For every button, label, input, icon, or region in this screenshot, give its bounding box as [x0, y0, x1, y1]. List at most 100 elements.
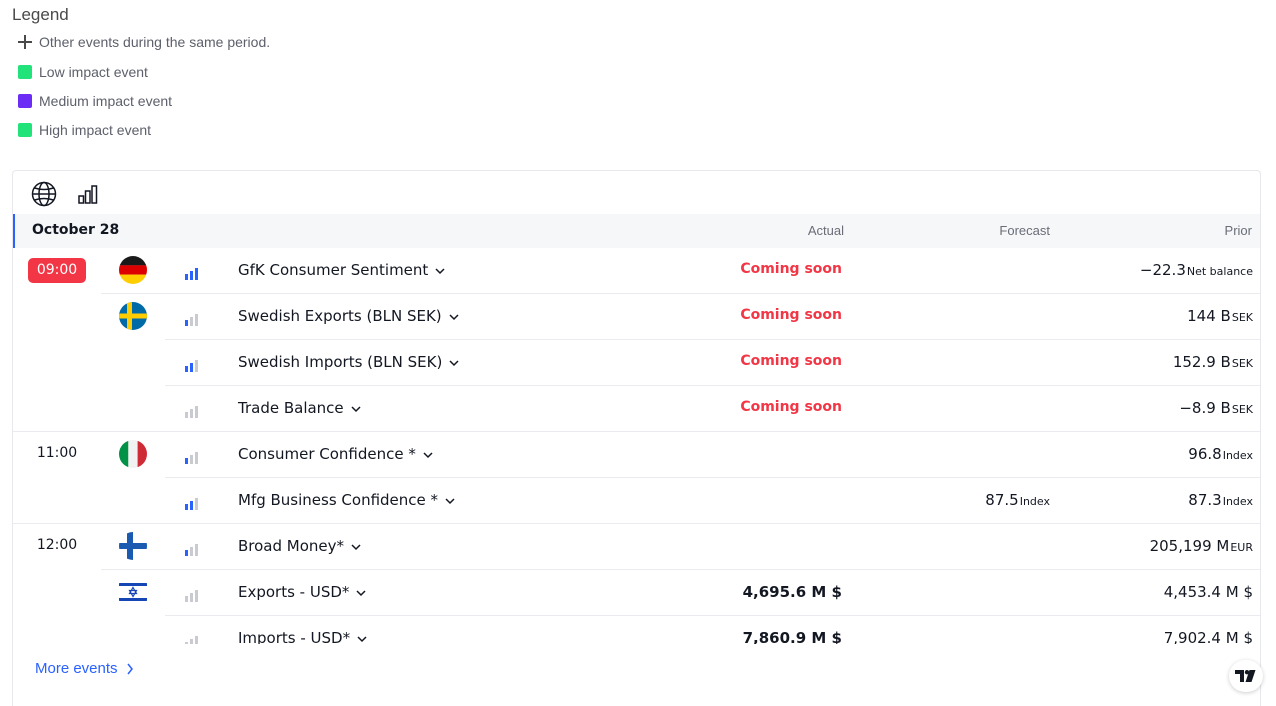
column-header-actual: Actual: [807, 223, 844, 238]
flag-sweden-icon: [119, 302, 147, 330]
prior-unit: SEK: [1231, 403, 1253, 416]
chevron-down-icon: [449, 359, 459, 366]
color-swatch: [18, 65, 32, 79]
column-header-forecast: Forecast: [999, 223, 1050, 238]
event-row[interactable]: 12:00 Broad Money* 205,199 MEUR: [13, 524, 1260, 570]
event-name[interactable]: Imports - USD*: [238, 629, 368, 644]
impact-indicator-icon: [185, 311, 199, 326]
tradingview-logo-icon[interactable]: [1229, 660, 1263, 692]
event-row[interactable]: 11:00 Consumer Confidence * 96.8Index: [13, 432, 1260, 478]
actual-value: 4,695.6 M $: [742, 583, 842, 601]
time-label: 12:00: [36, 537, 78, 553]
impact-indicator-icon: [185, 495, 199, 510]
event-row[interactable]: Imports - USD* 7,860.9 M $ 7,902.4 M $: [13, 616, 1260, 644]
impact-indicator-icon: [185, 587, 199, 602]
event-row[interactable]: Exports - USD* 4,695.6 M $ 4,453.4 M $: [13, 570, 1260, 616]
column-header-prior: Prior: [1224, 223, 1252, 238]
prior-unit: SEK: [1231, 357, 1253, 370]
impact-indicator-icon: [185, 633, 199, 644]
legend-title: Legend: [12, 5, 69, 24]
bar-chart-icon[interactable]: [75, 181, 101, 207]
prior-number: 87.3: [1188, 491, 1222, 509]
chevron-down-icon: [357, 635, 367, 642]
prior-value: 144 BSEK: [1187, 307, 1253, 325]
legend-item-high-impact: High impact event: [18, 122, 151, 138]
time-badge: 09:00: [28, 258, 86, 283]
event-name[interactable]: Mfg Business Confidence *: [238, 491, 456, 509]
globe-icon[interactable]: [31, 181, 57, 207]
legend-item-label: Low impact event: [39, 64, 148, 80]
flag-germany-icon: [119, 256, 147, 284]
event-row[interactable]: 09:00 GfK Consumer Sentiment Coming soon…: [13, 248, 1260, 294]
event-name-text: Consumer Confidence *: [238, 445, 416, 463]
chevron-down-icon: [449, 313, 459, 320]
chevron-right-icon: [126, 663, 133, 674]
prior-value: 87.3Index: [1188, 491, 1253, 509]
flag-israel-icon: [119, 581, 147, 603]
flag-finland-icon: [119, 532, 147, 560]
event-name-text: GfK Consumer Sentiment: [238, 261, 429, 279]
legend-item-label: Medium impact event: [39, 93, 173, 109]
event-name[interactable]: Trade Balance: [238, 399, 362, 417]
event-name[interactable]: GfK Consumer Sentiment: [238, 261, 446, 279]
prior-value: 205,199 MEUR: [1150, 537, 1253, 555]
more-events-link[interactable]: More events: [35, 660, 134, 677]
economic-calendar-widget: October 28 Actual Forecast Prior 09:00 G…: [12, 170, 1261, 706]
event-name[interactable]: Consumer Confidence *: [238, 445, 434, 463]
time-label: 11:00: [36, 445, 78, 461]
forecast-unit: Index: [1019, 495, 1050, 508]
impact-indicator-icon: [185, 449, 199, 464]
prior-number: −22.3: [1139, 261, 1186, 279]
event-name-text: Imports - USD*: [238, 629, 351, 644]
flag-italy-icon: [119, 440, 147, 468]
chevron-down-icon: [445, 497, 455, 504]
prior-number: 4,453.4 M $: [1163, 583, 1253, 601]
event-row[interactable]: Swedish Imports (BLN SEK) Coming soon 15…: [13, 340, 1260, 386]
actual-value: Coming soon: [740, 307, 842, 323]
event-name-text: Exports - USD*: [238, 583, 350, 601]
legend-item-other-events: Other events during the same period.: [18, 34, 270, 50]
event-name[interactable]: Swedish Exports (BLN SEK): [238, 307, 460, 325]
actual-value: 7,860.9 M $: [742, 629, 842, 644]
date-header-row: October 28 Actual Forecast Prior: [13, 214, 1260, 248]
legend-item-medium-impact: Medium impact event: [18, 93, 172, 109]
prior-number: 152.9 B: [1172, 353, 1231, 371]
actual-value: Coming soon: [740, 261, 842, 277]
event-name-text: Mfg Business Confidence *: [238, 491, 439, 509]
event-name-text: Swedish Exports (BLN SEK): [238, 307, 442, 325]
event-name-text: Trade Balance: [238, 399, 344, 417]
actual-value: Coming soon: [740, 353, 842, 369]
forecast-value: 87.5Index: [985, 491, 1050, 509]
plus-icon: [18, 35, 32, 49]
event-name[interactable]: Swedish Imports (BLN SEK): [238, 353, 460, 371]
prior-unit: Index: [1222, 449, 1253, 462]
legend-item-label: High impact event: [39, 122, 152, 138]
event-name[interactable]: Broad Money*: [238, 537, 362, 555]
event-row[interactable]: Swedish Exports (BLN SEK) Coming soon 14…: [13, 294, 1260, 340]
event-name-text: Broad Money*: [238, 537, 345, 555]
prior-number: 144 B: [1187, 307, 1231, 325]
prior-number: 205,199 M: [1149, 537, 1230, 555]
prior-unit: EUR: [1230, 541, 1253, 554]
chevron-down-icon: [435, 267, 445, 274]
color-swatch: [18, 94, 32, 108]
chevron-down-icon: [351, 543, 361, 550]
prior-value: 152.9 BSEK: [1173, 353, 1253, 371]
chevron-down-icon: [356, 589, 366, 596]
event-name[interactable]: Exports - USD*: [238, 583, 367, 601]
prior-number: 96.8: [1188, 445, 1222, 463]
forecast-number: 87.5: [985, 491, 1019, 509]
event-row[interactable]: Mfg Business Confidence * 87.5Index 87.3…: [13, 478, 1260, 524]
events-list: 09:00 GfK Consumer Sentiment Coming soon…: [13, 248, 1260, 644]
prior-value: 7,902.4 M $: [1164, 629, 1253, 644]
prior-value: 4,453.4 M $: [1164, 583, 1253, 601]
prior-unit: Index: [1222, 495, 1253, 508]
event-row[interactable]: Trade Balance Coming soon −8.9 BSEK: [13, 386, 1260, 432]
event-name-text: Swedish Imports (BLN SEK): [238, 353, 443, 371]
legend-item-low-impact: Low impact event: [18, 64, 148, 80]
impact-indicator-icon: [185, 541, 199, 556]
impact-indicator-icon: [185, 357, 199, 372]
chevron-down-icon: [351, 405, 361, 412]
prior-value: 96.8Index: [1188, 445, 1253, 463]
legend-item-label: Other events during the same period.: [39, 34, 271, 50]
